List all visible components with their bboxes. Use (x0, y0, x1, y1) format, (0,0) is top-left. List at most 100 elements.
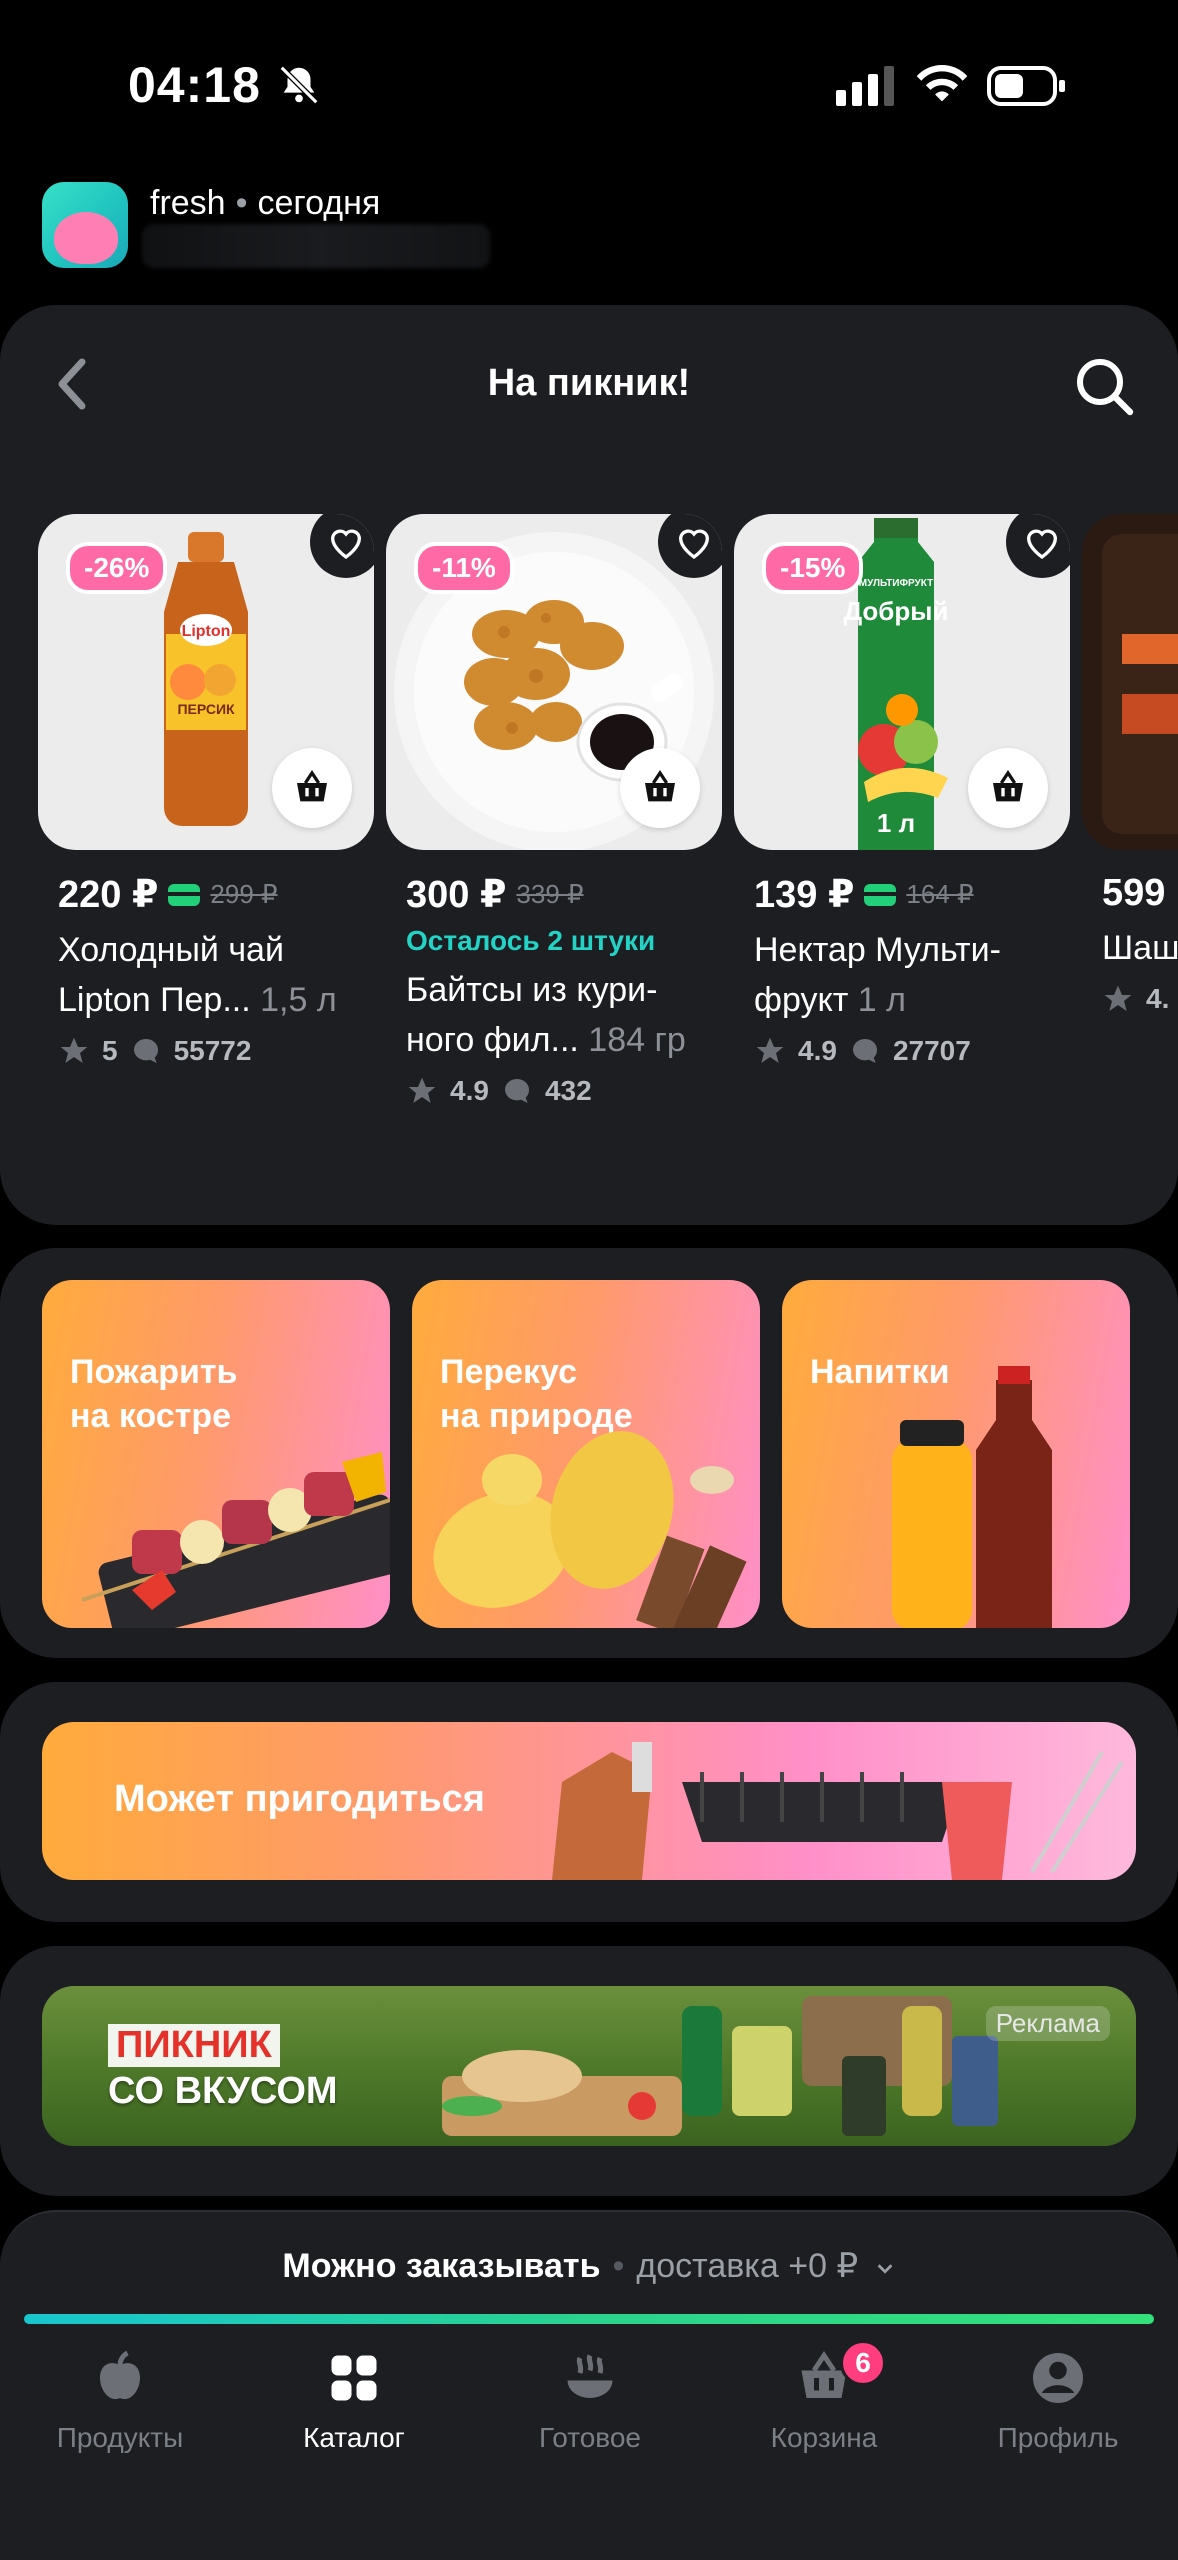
category-tile-drinks[interactable]: Напитки (782, 1280, 1130, 1628)
add-to-cart-button[interactable] (968, 748, 1048, 828)
ad-title-line1: ПИКНИК (108, 2024, 280, 2067)
useful-items-banner[interactable]: Может пригодиться (42, 1722, 1136, 1880)
product-image[interactable] (1082, 514, 1178, 850)
star-icon (60, 1037, 88, 1063)
drinks-image (892, 1366, 1052, 1628)
juice-brand-text: МУЛЬТИФРУКТ (859, 578, 933, 589)
stock-note: Осталось 2 штуки (406, 925, 656, 956)
app-logo (42, 182, 128, 268)
tab-cart[interactable]: Корзина (706, 2348, 942, 2454)
product-weight: 1 л (857, 981, 906, 1019)
product-card[interactable]: Lipton ПЕРСИК -26% 220 ₽ 299 ₽ Холодный … (38, 514, 374, 1067)
review-count: 55772 (173, 1035, 252, 1066)
product-card[interactable]: МУЛЬТИФРУКТ Добрый 1 л -15% 139 ₽ 164 ₽ … (734, 514, 1070, 1067)
heart-icon (678, 529, 710, 560)
profile-icon (1033, 2353, 1083, 2403)
chevron-down-icon (877, 2264, 892, 2274)
app-name: fresh (150, 184, 226, 222)
category-tile-snacks[interactable]: Перекус на природе (412, 1280, 760, 1628)
product-name: Холодный чай Lipton Пер... 1,5 л (38, 925, 374, 1025)
product-title: Шаш... цы С... (1102, 929, 1178, 967)
order-status-text: Можно заказывать (282, 2247, 601, 2285)
rating-value: 4.9 (798, 1035, 837, 1066)
status-bar: 04:18 (0, 0, 1178, 170)
chips-image (433, 1431, 747, 1628)
product-title: Холодный чай Lipton Пер... (58, 931, 284, 1019)
card-payment-icon (864, 883, 897, 906)
price: 139 ₽ (754, 874, 855, 916)
basket-icon (297, 769, 327, 802)
rating-value: 4. (1146, 983, 1170, 1014)
tab-label: Каталог (303, 2422, 405, 2453)
tab-label: Профиль (997, 2422, 1119, 2453)
comment-icon (504, 1079, 529, 1103)
delivery-progress-bar (24, 2314, 1154, 2324)
tab-label: Корзина (770, 2422, 878, 2453)
discount-badge: -26% (66, 542, 168, 594)
kebab-image (81, 1452, 390, 1628)
star-icon (408, 1077, 436, 1103)
product-card-clipped-wrap: 599 Шаш... цы С... 4. (1082, 514, 1178, 1214)
status-time: 04:18 (128, 57, 261, 113)
comment-icon (852, 1039, 877, 1063)
tab-label: Продукты (56, 2422, 184, 2453)
comment-icon (133, 1039, 158, 1063)
cart-count-badge: 6 (840, 2340, 886, 2386)
juice-volume-text: 1 л (877, 808, 915, 838)
old-price: 339 ₽ (516, 879, 584, 909)
tea-flavor-text: ПЕРСИК (177, 701, 235, 717)
search-icon[interactable] (1074, 356, 1134, 416)
tab-products[interactable]: Продукты (2, 2348, 238, 2454)
product-image[interactable]: МУЛЬТИФРУКТ Добрый 1 л -15% (734, 514, 1070, 850)
page-title: На пикник! (487, 362, 691, 404)
star-icon (1104, 985, 1132, 1011)
delivery-cost: доставка +0 ₽ (636, 2247, 859, 2285)
tab-ready-food[interactable]: Готовое (472, 2348, 708, 2454)
product-image[interactable]: Lipton ПЕРСИК -26% (38, 514, 374, 850)
product-card[interactable]: 599 Шаш... цы С... 4. (1082, 514, 1178, 1015)
rating-row: 4. (1082, 983, 1178, 1015)
price-row: 599 (1082, 872, 1178, 915)
apple-icon (100, 2350, 140, 2400)
price-row: 139 ₽ 164 ₽ (734, 872, 1070, 917)
tea-brand-text: Lipton (182, 623, 231, 640)
tab-label: Готовое (538, 2422, 642, 2453)
review-count: 27707 (892, 1035, 971, 1066)
hot-dish-icon (567, 2354, 613, 2398)
order-status[interactable]: Можно заказывать • доставка +0 ₽ (0, 2246, 1178, 2286)
heart-icon (330, 529, 362, 560)
skewers-pack-image (1102, 534, 1178, 834)
ad-title-line2: СО ВКУСОМ (108, 2070, 338, 2112)
product-weight: 184 гр (588, 1021, 686, 1059)
progress-fill (24, 2314, 1154, 2324)
old-price: 299 ₽ (210, 879, 278, 909)
basket-icon (993, 769, 1023, 802)
rating-value: 4.9 (450, 1075, 489, 1106)
review-count: 432 (544, 1075, 592, 1106)
rating-value: 5 (102, 1035, 118, 1066)
star-icon (756, 1037, 784, 1063)
tab-catalog[interactable]: Каталог (236, 2348, 472, 2454)
product-name: Байтсы из кури-ного фил... 184 гр (386, 965, 722, 1065)
wifi-icon (916, 65, 968, 102)
tab-profile[interactable]: Профиль (940, 2348, 1176, 2454)
card-payment-icon (168, 883, 201, 906)
product-name: Нектар Мульти-фрукт 1 л (734, 925, 1070, 1025)
product-weight: 1,5 л (260, 981, 337, 1019)
price-row: 220 ₽ 299 ₽ (38, 872, 374, 917)
add-to-cart-button[interactable] (620, 748, 700, 828)
grill-items-image (552, 1742, 1124, 1880)
basket-icon (645, 769, 675, 802)
bell-muted-icon (279, 65, 319, 105)
category-tile-grill[interactable]: Пожарить на костре (42, 1280, 390, 1628)
rating-row: 4.9 27707 (734, 1035, 1070, 1067)
app-title: fresh • сегодня (150, 184, 381, 222)
grid-icon (331, 2355, 377, 2401)
discount-badge: -11% (414, 542, 514, 594)
add-to-cart-button[interactable] (272, 748, 352, 828)
battery-icon (987, 66, 1065, 106)
product-image[interactable]: -11% (386, 514, 722, 850)
picnic-ad-banner[interactable]: ПИКНИК СО ВКУСОМ Реклама (42, 1986, 1136, 2146)
delivery-day: сегодня (257, 184, 381, 222)
product-card[interactable]: -11% 300 ₽ 339 ₽ Осталось 2 штуки Байтсы… (386, 514, 722, 1107)
